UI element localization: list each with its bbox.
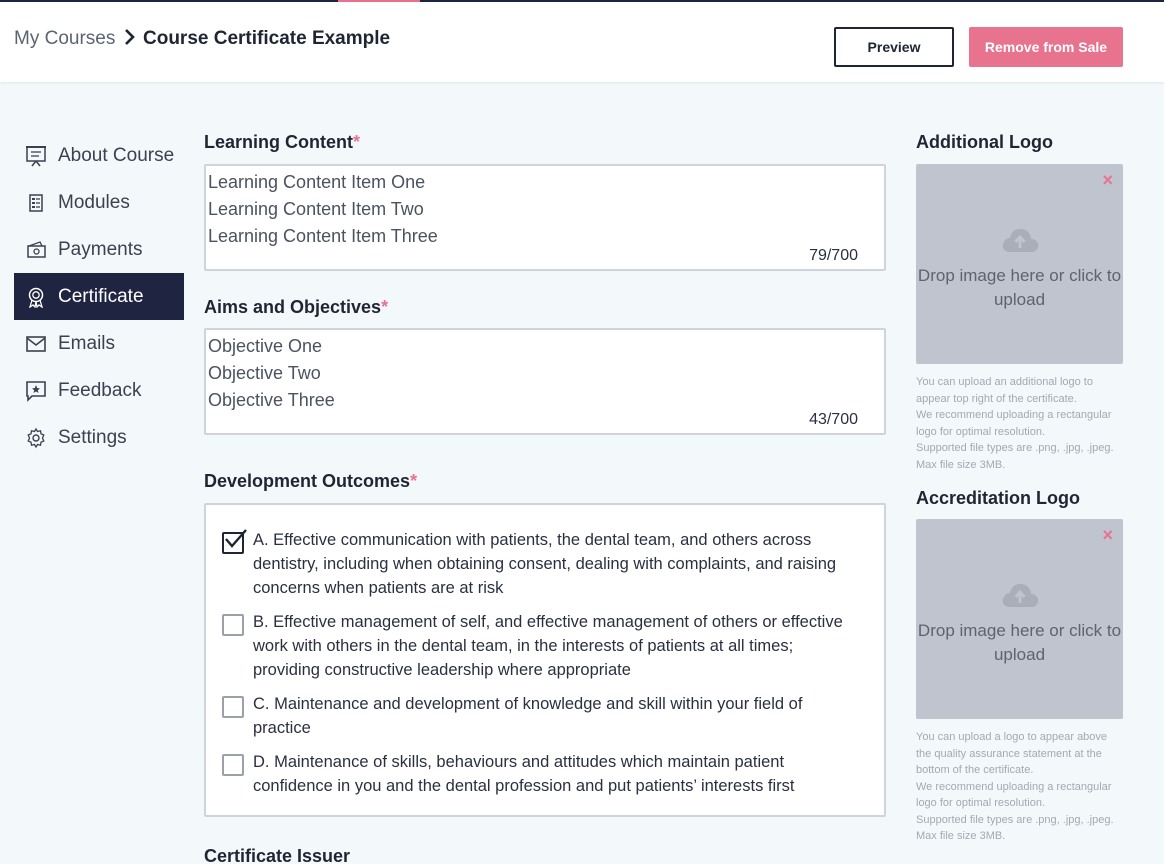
banknote-icon bbox=[24, 238, 48, 262]
outcome-text: C. Maintenance and development of knowle… bbox=[253, 695, 803, 737]
learning-content-char-counter: 79/700 bbox=[809, 247, 858, 264]
aims-char-counter: 43/700 bbox=[809, 411, 858, 428]
sidebar-item-label: Certificate bbox=[58, 285, 144, 307]
outcome-item-c[interactable]: C. Maintenance and development of knowle… bbox=[222, 692, 862, 740]
development-outcomes-label-text: Development Outcomes bbox=[204, 471, 411, 491]
certificate-issuer-label: Certificate Issuer bbox=[204, 846, 351, 864]
sidebar-item-certificate[interactable]: Certificate bbox=[14, 273, 184, 320]
upload-note-line: You can upload a logo to appear above th… bbox=[916, 731, 1108, 776]
sidebar-item-label: About Course bbox=[58, 144, 175, 166]
accreditation-logo-label: Accreditation Logo bbox=[916, 488, 1081, 508]
outcome-checkbox[interactable] bbox=[222, 614, 244, 636]
development-outcomes-box: A. Effective communication with patients… bbox=[204, 503, 886, 817]
sidebar-item-settings[interactable]: Settings bbox=[14, 414, 184, 461]
aims-objectives-label-text: Aims and Objectives bbox=[204, 297, 382, 317]
outcome-checkbox[interactable] bbox=[222, 696, 244, 718]
sidebar-item-about-course[interactable]: About Course bbox=[14, 132, 184, 179]
upload-note-line: Supported file types are .png, .jpg, .jp… bbox=[916, 442, 1114, 471]
sidebar-item-modules[interactable]: Modules bbox=[14, 179, 184, 226]
breadcrumb-current-course: Course Certificate Example bbox=[143, 28, 391, 49]
presentation-board-icon bbox=[24, 144, 48, 168]
dropzone-text: Drop image here or click to upload bbox=[917, 266, 1122, 309]
outcome-text: A. Effective communication with patients… bbox=[253, 531, 837, 597]
sidebar-nav: About Course Modules Payments Certificat… bbox=[14, 132, 184, 461]
chat-star-icon bbox=[24, 379, 48, 403]
aims-objectives-textarea[interactable]: Objective One Objective Two Objective Th… bbox=[204, 328, 886, 435]
upload-note-line: We recommend uploading a rectangular log… bbox=[916, 409, 1112, 438]
close-icon[interactable]: × bbox=[1102, 170, 1113, 191]
accreditation-logo-note: You can upload a logo to appear above th… bbox=[916, 729, 1123, 845]
learning-content-line: Learning Content Item One bbox=[208, 172, 426, 192]
breadcrumb-my-courses[interactable]: My Courses bbox=[14, 28, 115, 50]
outcome-item-b[interactable]: B. Effective management of self, and eff… bbox=[222, 610, 862, 682]
dropzone-text: Drop image here or click to upload bbox=[917, 621, 1122, 664]
sidebar-item-emails[interactable]: Emails bbox=[14, 320, 184, 367]
additional-logo-dropzone[interactable]: × Drop image here or click to upload bbox=[916, 164, 1123, 364]
preview-button[interactable]: Preview bbox=[834, 27, 954, 67]
learning-content-line: Learning Content Item Three bbox=[208, 226, 438, 246]
outcome-checkbox-checked[interactable] bbox=[222, 529, 247, 554]
outcome-checkbox[interactable] bbox=[222, 754, 244, 776]
outcome-item-d[interactable]: D. Maintenance of skills, behaviours and… bbox=[222, 750, 862, 798]
additional-logo-label: Additional Logo bbox=[916, 132, 1053, 152]
learning-content-label: Learning Content* bbox=[204, 132, 360, 153]
outcome-text: B. Effective management of self, and eff… bbox=[253, 613, 843, 679]
cloud-upload-icon bbox=[1000, 581, 1040, 614]
required-marker: * bbox=[353, 132, 361, 152]
sidebar-item-feedback[interactable]: Feedback bbox=[14, 367, 184, 414]
gear-icon bbox=[24, 426, 48, 450]
cloud-upload-icon bbox=[1000, 226, 1040, 259]
sidebar-item-label: Modules bbox=[58, 191, 130, 213]
close-icon[interactable]: × bbox=[1102, 525, 1113, 546]
required-marker: * bbox=[410, 471, 418, 491]
required-marker: * bbox=[381, 297, 389, 317]
sidebar-item-label: Settings bbox=[58, 426, 127, 448]
aims-line: Objective Three bbox=[208, 390, 335, 410]
development-outcomes-label: Development Outcomes* bbox=[204, 471, 417, 492]
upload-note-line: We recommend uploading a rectangular log… bbox=[916, 780, 1112, 810]
outcome-text: D. Maintenance of skills, behaviours and… bbox=[253, 753, 795, 795]
learning-content-textarea[interactable]: Learning Content Item One Learning Conte… bbox=[204, 164, 886, 271]
sidebar-item-label: Feedback bbox=[58, 379, 142, 401]
additional-logo-note: You can upload an additional logo to app… bbox=[916, 374, 1123, 473]
learning-content-label-text: Learning Content bbox=[204, 132, 353, 152]
outcome-item-a[interactable]: A. Effective communication with patients… bbox=[222, 528, 862, 600]
sidebar-item-label: Emails bbox=[58, 332, 116, 354]
sidebar-item-label: Payments bbox=[58, 238, 143, 260]
upload-note-line: Supported file types are .png, .jpg, .jp… bbox=[916, 813, 1114, 843]
aims-objectives-label: Aims and Objectives* bbox=[204, 297, 388, 318]
remove-from-sale-button[interactable]: Remove from Sale bbox=[969, 27, 1123, 67]
upload-note-line: You can upload an additional logo to app… bbox=[916, 376, 1093, 405]
envelope-icon bbox=[24, 332, 48, 356]
award-ribbon-icon bbox=[24, 285, 48, 309]
sidebar-item-payments[interactable]: Payments bbox=[14, 226, 184, 273]
aims-line: Objective Two bbox=[208, 363, 321, 383]
accreditation-logo-dropzone[interactable]: × Drop image here or click to upload bbox=[916, 519, 1123, 719]
list-document-icon bbox=[24, 191, 48, 215]
chevron-right-icon bbox=[124, 28, 136, 52]
header-bar: My Courses Course Certificate Example Pr… bbox=[0, 2, 1164, 82]
learning-content-line: Learning Content Item Two bbox=[208, 199, 424, 219]
aims-line: Objective One bbox=[208, 336, 323, 356]
